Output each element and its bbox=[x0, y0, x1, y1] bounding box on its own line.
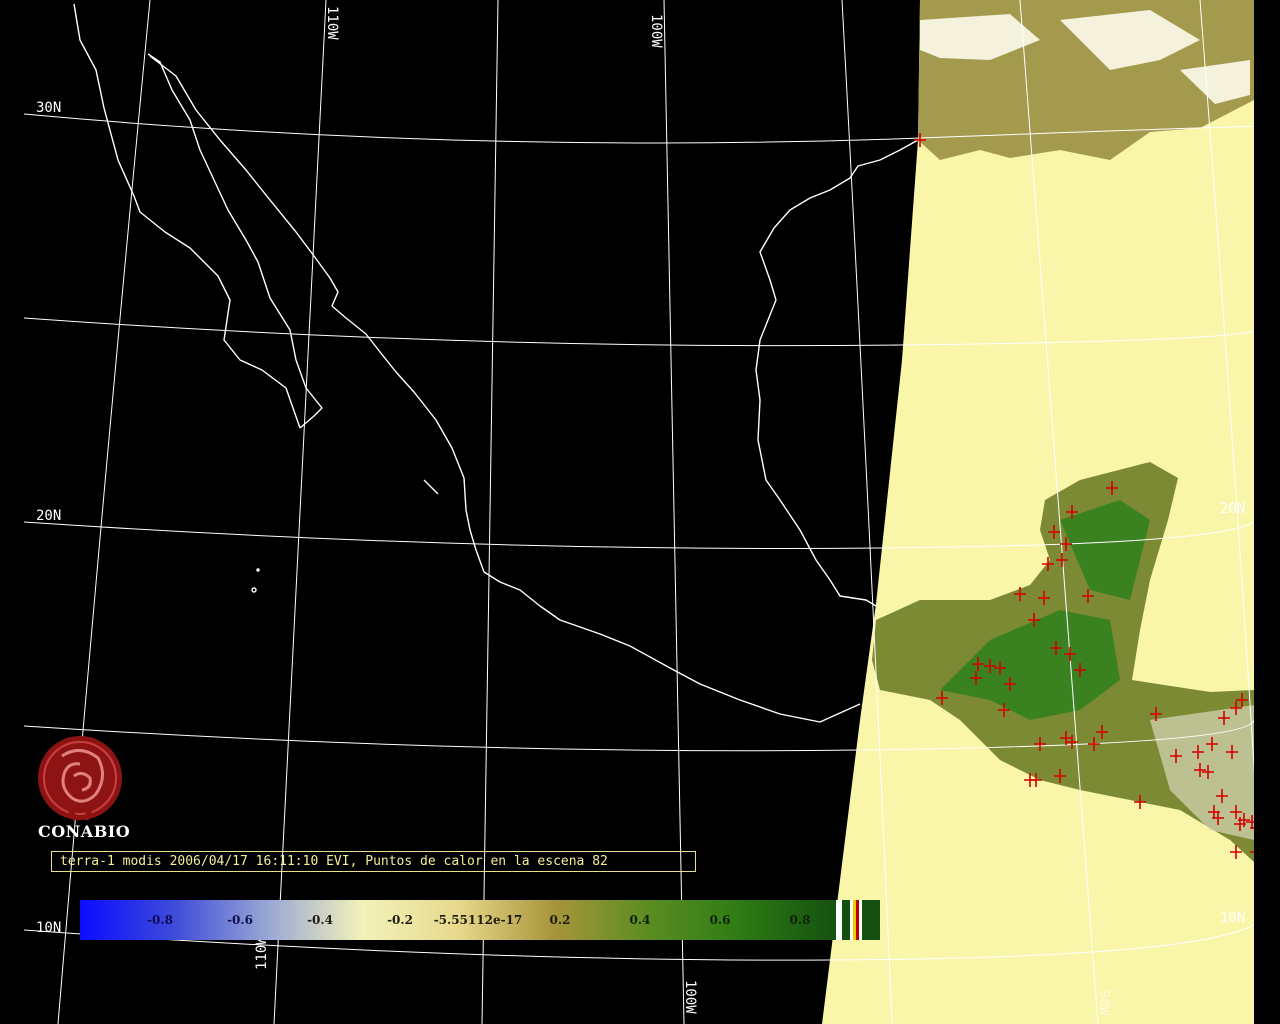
colorbar-swatch bbox=[842, 900, 850, 940]
colorbar-tick-label: -0.4 bbox=[307, 913, 333, 927]
colorbar-tick-label: -0.2 bbox=[387, 913, 413, 927]
isla-clarion bbox=[256, 568, 260, 572]
grid-label-10n-east: 10N bbox=[1220, 910, 1245, 926]
grid-label-100w-bottom: 100W bbox=[682, 980, 698, 1014]
colorbar-tick-label: 0.8 bbox=[790, 913, 811, 927]
grid-label-10n: 10N bbox=[36, 920, 61, 936]
colorbar-tick-label: 0.6 bbox=[710, 913, 731, 927]
grid-label-30n: 30N bbox=[36, 100, 61, 116]
colorbar-tick-labels: -0.8 -0.6 -0.4 -0.2 -5.55112e-17 0.2 0.4 0.6 0.8 bbox=[147, 913, 810, 927]
sonora-sinaloa-coast bbox=[149, 55, 861, 723]
grid-label-110w-bottom: 110W bbox=[254, 936, 270, 970]
satellite-map-viewer: 30N 20N 20N 10N 10N 110W 100W 110W 100W … bbox=[0, 0, 1280, 1024]
colorbar-tick-label: 0.4 bbox=[630, 913, 651, 927]
colorbar-tick-label: 0.2 bbox=[550, 913, 571, 927]
grid-label-90w-bottom: 90W bbox=[1096, 990, 1112, 1016]
grid-label-110w-top: 110W bbox=[324, 6, 340, 40]
colorbar-swatch bbox=[862, 900, 880, 940]
baja-california-east-coast bbox=[147, 53, 323, 429]
colorbar-swatch bbox=[853, 900, 856, 940]
colorbar-swatch bbox=[856, 900, 859, 940]
grid-label-20n-east: 20N bbox=[1220, 501, 1245, 517]
colorbar-swatch bbox=[850, 900, 853, 940]
grid-label-20n: 20N bbox=[36, 508, 61, 524]
baja-california-west-coast bbox=[73, 3, 301, 429]
colorbar-end-swatches bbox=[836, 900, 880, 940]
conabio-wordmark: CONABIO bbox=[38, 822, 131, 841]
colorbar-swatch bbox=[859, 900, 862, 940]
scene-caption: terra-1 modis 2006/04/17 16:11:10 EVI, P… bbox=[51, 851, 696, 872]
islas-marias bbox=[423, 479, 439, 495]
right-margin-strip bbox=[1254, 0, 1280, 1024]
colorbar-tick-label: -5.55112e-17 bbox=[434, 913, 523, 927]
isla-socorro bbox=[251, 587, 257, 593]
grid-label-100w-top: 100W bbox=[648, 14, 664, 48]
satellite-swath bbox=[822, 0, 1254, 1024]
colorbar-tick-label: -0.8 bbox=[147, 913, 173, 927]
colorbar-tick-label: -0.6 bbox=[227, 913, 253, 927]
evi-colorbar: -0.8 -0.6 -0.4 -0.2 -5.55112e-17 0.2 0.4 0.6 0.8 bbox=[80, 900, 880, 940]
colorbar-swatch bbox=[836, 900, 842, 940]
